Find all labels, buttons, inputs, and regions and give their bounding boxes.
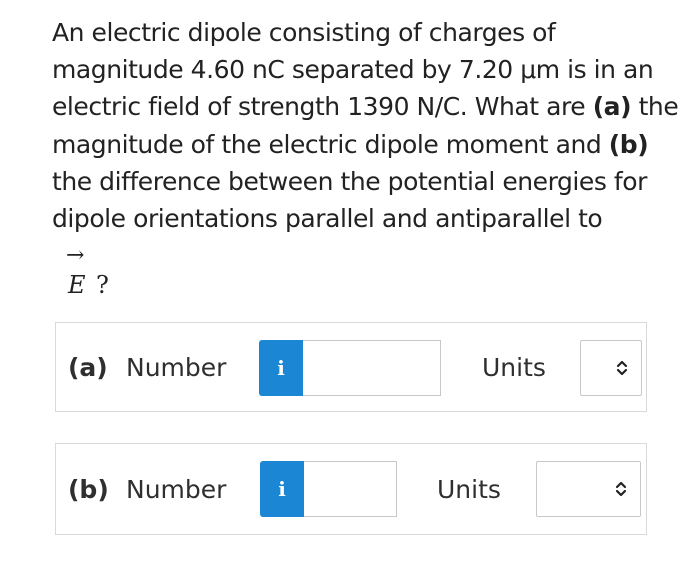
number-label: Number [126, 475, 227, 504]
answer-row-a: (a) Number i Units [55, 322, 647, 412]
units-label: Units [437, 475, 501, 504]
number-label: Number [126, 353, 227, 382]
answer-row-b: (b) Number i Units [55, 443, 647, 535]
part-label: (a) [68, 353, 108, 382]
question-segment: An electric dipole consisting of charges… [52, 18, 654, 122]
part-label: (b) [68, 475, 109, 504]
number-input[interactable] [303, 340, 441, 396]
units-select[interactable] [580, 340, 642, 396]
part-b-marker: (b) [608, 129, 649, 159]
part-a-marker: (a) [592, 92, 632, 122]
units-select[interactable] [536, 461, 641, 517]
question-mark: ? [96, 271, 109, 299]
vector-arrow: → [66, 243, 85, 268]
info-icon[interactable]: i [259, 340, 303, 396]
chevron-up-down-icon [616, 360, 628, 376]
info-icon[interactable]: i [260, 461, 304, 517]
number-input[interactable] [304, 461, 397, 517]
vector-symbol: E [68, 271, 86, 299]
units-label: Units [482, 353, 546, 382]
question-text: An electric dipole consisting of charges… [52, 14, 682, 237]
chevron-up-down-icon [615, 481, 627, 497]
question-segment: the difference between the potential ene… [52, 166, 647, 234]
